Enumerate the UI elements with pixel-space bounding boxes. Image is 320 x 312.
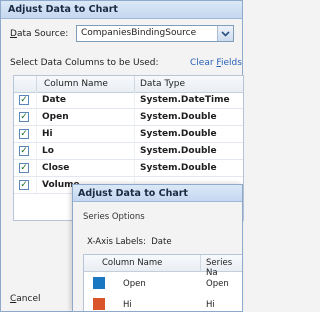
- data-type-header[interactable]: Data Type: [140, 79, 185, 89]
- table-row[interactable]: ✓ Open System.Double: [14, 109, 243, 126]
- column-name-cell: Date: [42, 95, 66, 105]
- section-label: Series Options: [83, 212, 145, 222]
- data-source-label: Data Source:: [10, 29, 69, 39]
- x-axis-label: X-Axis Labels:: [87, 237, 146, 247]
- x-axis-value[interactable]: Date: [151, 237, 171, 247]
- table-row[interactable]: Hi Hi: [84, 294, 242, 311]
- column-name-cell: Lo: [42, 146, 54, 156]
- dialog-title: Adjust Data to Chart: [1, 1, 242, 19]
- table-row[interactable]: ✓ Lo System.Double: [14, 143, 243, 160]
- row-checkbox[interactable]: ✓: [19, 146, 29, 156]
- series-grid: Column Name Series Na Open Open Hi Hi: [83, 254, 242, 311]
- grid-header: Column Name Data Type: [14, 76, 243, 93]
- data-source-value: CompaniesBindingSource: [81, 28, 197, 38]
- data-type-cell: System.Double: [140, 112, 217, 122]
- chevron-down-icon: [221, 31, 230, 37]
- cancel-button[interactable]: Cancel: [10, 294, 41, 304]
- column-name-cell: Close: [42, 163, 70, 173]
- data-type-cell: System.Double: [140, 163, 217, 173]
- row-checkbox[interactable]: ✓: [19, 95, 29, 105]
- column-name-header[interactable]: Column Name: [102, 258, 162, 268]
- column-name-header[interactable]: Column Name: [44, 79, 108, 89]
- row-checkbox[interactable]: ✓: [19, 129, 29, 139]
- grid-header: Column Name Series Na: [84, 255, 242, 278]
- series-color-swatch[interactable]: [93, 298, 105, 310]
- dialog-title: Adjust Data to Chart: [73, 185, 242, 202]
- dropdown-button[interactable]: [217, 26, 233, 41]
- column-name-cell: Open: [123, 279, 146, 289]
- series-name-cell[interactable]: Hi: [206, 300, 215, 310]
- row-checkbox[interactable]: ✓: [19, 180, 29, 190]
- data-type-cell: System.DateTime: [140, 95, 230, 105]
- data-source-select[interactable]: CompaniesBindingSource: [76, 25, 234, 42]
- table-row[interactable]: ✓ Date System.DateTime: [14, 92, 243, 109]
- column-name-cell: Open: [42, 112, 69, 122]
- clear-fields-link[interactable]: Clear Fields: [190, 58, 242, 68]
- row-checkbox[interactable]: ✓: [19, 112, 29, 122]
- table-row[interactable]: Open Open: [84, 273, 242, 293]
- column-name-cell: Hi: [42, 129, 53, 139]
- data-type-cell: System.Double: [140, 129, 217, 139]
- column-name-cell: Hi: [123, 300, 132, 310]
- table-row[interactable]: ✓ Close System.Double: [14, 160, 243, 177]
- series-color-swatch[interactable]: [93, 277, 105, 289]
- data-type-cell: System.Double: [140, 146, 217, 156]
- x-axis-labels: X-Axis Labels: Date: [87, 237, 172, 247]
- table-row[interactable]: ✓ Hi System.Double: [14, 126, 243, 143]
- series-options-dialog: Adjust Data to Chart Series Options X-Ax…: [72, 184, 243, 312]
- select-columns-label: Select Data Columns to be Used:: [10, 58, 159, 68]
- row-checkbox[interactable]: ✓: [19, 163, 29, 173]
- series-name-cell[interactable]: Open: [206, 279, 229, 289]
